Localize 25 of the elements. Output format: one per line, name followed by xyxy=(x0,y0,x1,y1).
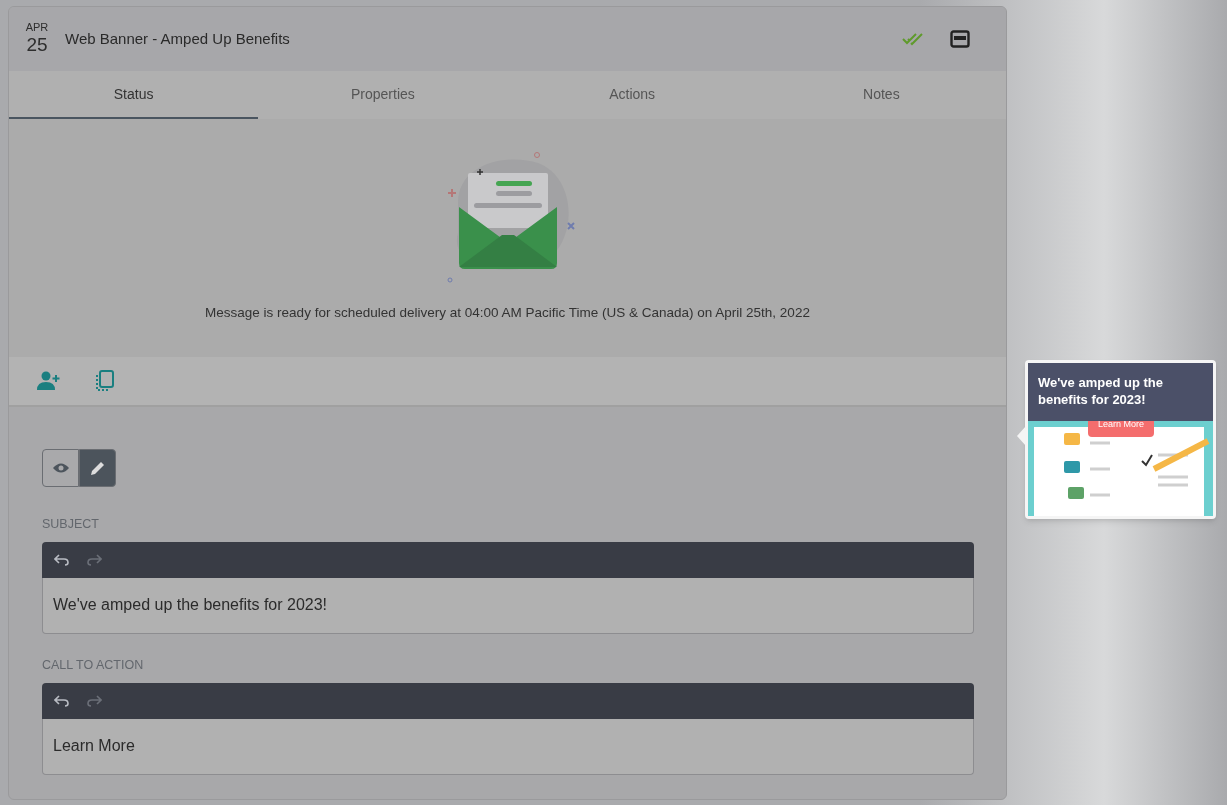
undo-icon[interactable] xyxy=(54,553,70,566)
field-label: CALL TO ACTION xyxy=(42,656,145,674)
field-label: SUBJECT xyxy=(42,516,100,533)
redo-icon[interactable] xyxy=(86,694,102,707)
undo-icon[interactable] xyxy=(54,694,70,707)
view-mode-button[interactable] xyxy=(42,449,79,487)
eye-icon xyxy=(51,462,70,474)
status-message: Message is ready for scheduled delivery at 04:00 AM Pacific Time (US & Canada) on April 25th, 2022 xyxy=(205,304,810,322)
tab[interactable]: Actions xyxy=(507,71,757,119)
copy-icon[interactable] xyxy=(95,370,115,392)
learn-more-button[interactable]: Learn More xyxy=(1088,421,1155,437)
text-field[interactable]: Learn More xyxy=(42,718,974,775)
tab[interactable]: Properties xyxy=(258,71,508,119)
tab[interactable]: Notes xyxy=(756,71,1006,119)
redo-icon[interactable] xyxy=(86,553,102,566)
banner-headline: We've amped up the benefits for 2023! xyxy=(1038,374,1164,408)
edit-mode-button[interactable] xyxy=(79,449,116,487)
date-day: 25 xyxy=(26,32,48,57)
add-user-icon[interactable] xyxy=(37,371,63,391)
date-month: APR xyxy=(25,21,49,33)
message-title: Web Banner - Amped Up Benefits xyxy=(65,28,290,49)
pencil-icon xyxy=(89,460,106,476)
window-icon[interactable] xyxy=(950,30,970,48)
double-check-icon xyxy=(902,32,926,46)
text-field[interactable]: We've amped up the benefits for 2023! xyxy=(42,577,974,634)
